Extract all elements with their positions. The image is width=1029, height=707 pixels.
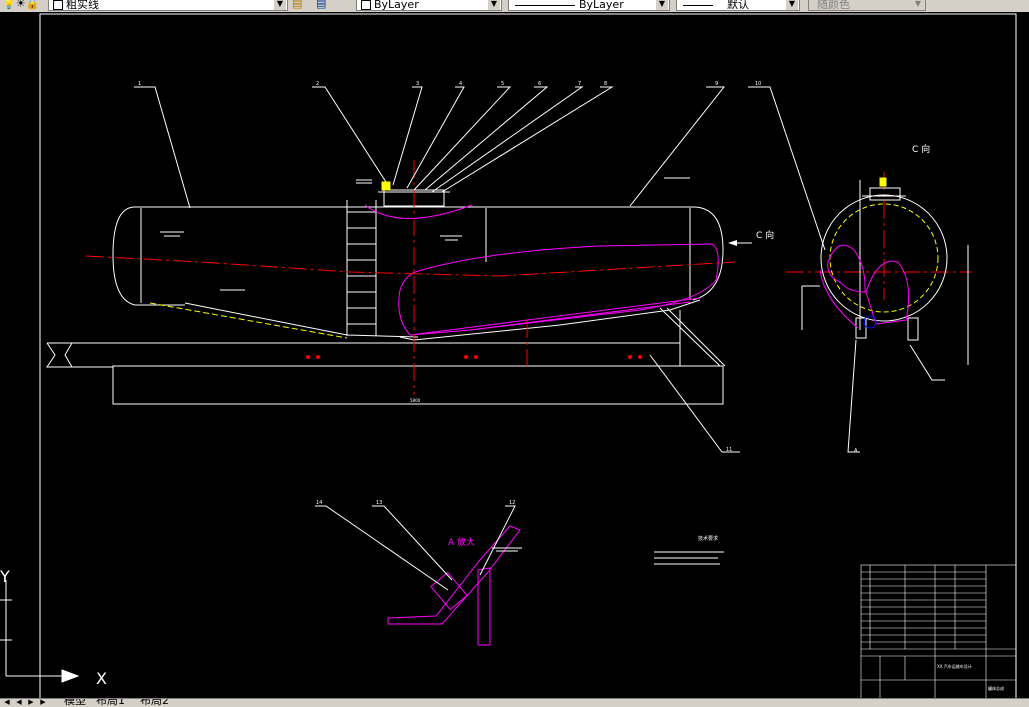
layer-state-icons[interactable]: 💡☀🔓: [2, 0, 39, 11]
tank-shell-left: [112, 206, 185, 306]
balloon-9: 9: [715, 81, 718, 87]
center-lines: [85, 160, 972, 395]
layer-color-swatch: [53, 0, 63, 10]
linetype-value: ByLayer: [579, 0, 624, 11]
pipe-flange-end: [46, 342, 73, 368]
balloon-3: 3: [416, 81, 419, 87]
color-combo[interactable]: ByLayer ▼: [356, 0, 502, 11]
cad-drawing: 5800 C 向 1 2 3 4 5 6 7 8 9 10 11 C 向 A A…: [0, 13, 1017, 701]
notes-title: 技术要求: [698, 535, 718, 542]
balloon-11: 11: [726, 447, 732, 453]
balloon-4: 4: [459, 81, 462, 87]
balloon-7: 7: [578, 81, 581, 87]
balloon-10: 10: [755, 81, 761, 87]
last-tab-icon[interactable]: ▶: [38, 699, 48, 706]
title-block-name: 罐体总成: [988, 685, 1004, 691]
end-view-compartment: [819, 244, 910, 329]
chevron-down-icon[interactable]: ▼: [274, 0, 286, 10]
layer-manager-icon[interactable]: ▤: [292, 0, 302, 11]
view-title-c: C 向: [912, 143, 930, 155]
balloon-12: 12: [509, 500, 515, 506]
color-value: ByLayer: [374, 0, 419, 11]
lineweight-sample: [683, 4, 713, 6]
chevron-down-icon[interactable]: ▼: [488, 0, 500, 10]
tank-bottom-slope: [184, 302, 419, 338]
svg-text:5800: 5800: [410, 398, 421, 403]
plotstyle-value: 随颜色: [817, 0, 850, 11]
ucs-icon: [0, 580, 80, 683]
drawing-canvas[interactable]: 5800 C 向 1 2 3 4 5 6 7 8 9 10 11 C 向 A A…: [0, 12, 1029, 701]
linetype-sample: [515, 4, 575, 6]
section-label-a: A: [854, 448, 858, 454]
balloon-6: 6: [538, 81, 541, 87]
ladder: [346, 200, 377, 336]
surface-marks: [160, 177, 690, 291]
technical-notes: 技术要求: [654, 535, 724, 565]
ucs-y-label: Y: [0, 567, 10, 586]
layer-combo[interactable]: 粗实线 ▼: [48, 0, 288, 11]
balloon-1: 1: [138, 81, 141, 87]
prev-tab-icon[interactable]: ◀: [14, 699, 24, 706]
balloon-2: 2: [316, 81, 319, 87]
chevron-down-icon[interactable]: ▼: [786, 0, 798, 10]
first-tab-icon[interactable]: ◀: [2, 699, 12, 706]
view-arrow-label: C 向: [756, 229, 774, 241]
balloon-14: 14: [316, 500, 322, 506]
balloon-13: 13: [376, 500, 382, 506]
tank-shell-right: [135, 206, 724, 301]
balloon-8: 8: [604, 81, 607, 87]
lineweight-combo[interactable]: 默认 ▼: [676, 0, 800, 11]
inner-compartment: [364, 204, 719, 336]
view-arrow-c: C 向: [728, 229, 774, 246]
detail-title: A 放大: [448, 536, 475, 548]
title-block: [860, 564, 1017, 701]
chevron-down-icon[interactable]: ▼: [656, 0, 668, 10]
main-elevation: 5800: [46, 177, 726, 405]
title-block-company: XX 汽车运输车设计: [937, 663, 972, 669]
layer-name: 粗实线: [66, 0, 99, 11]
color-swatch: [361, 0, 371, 10]
detail-a: A 放大 14 13 12: [315, 500, 522, 646]
ucs-x-label: X: [96, 669, 107, 688]
end-view-c: [801, 177, 969, 453]
plotstyle-combo[interactable]: 随颜色 ▼: [808, 0, 926, 11]
mount-points: [306, 355, 642, 359]
layer-previous-icon[interactable]: ▤: [316, 0, 326, 11]
next-tab-icon[interactable]: ▶: [26, 699, 36, 706]
linetype-combo[interactable]: ByLayer ▼: [508, 0, 670, 11]
lineweight-value: 默认: [727, 0, 749, 11]
chevron-down-icon[interactable]: ▼: [912, 0, 924, 10]
hidden-line-slope: [149, 302, 348, 339]
drawing-border: [39, 13, 1017, 701]
balloon-5: 5: [501, 81, 504, 87]
